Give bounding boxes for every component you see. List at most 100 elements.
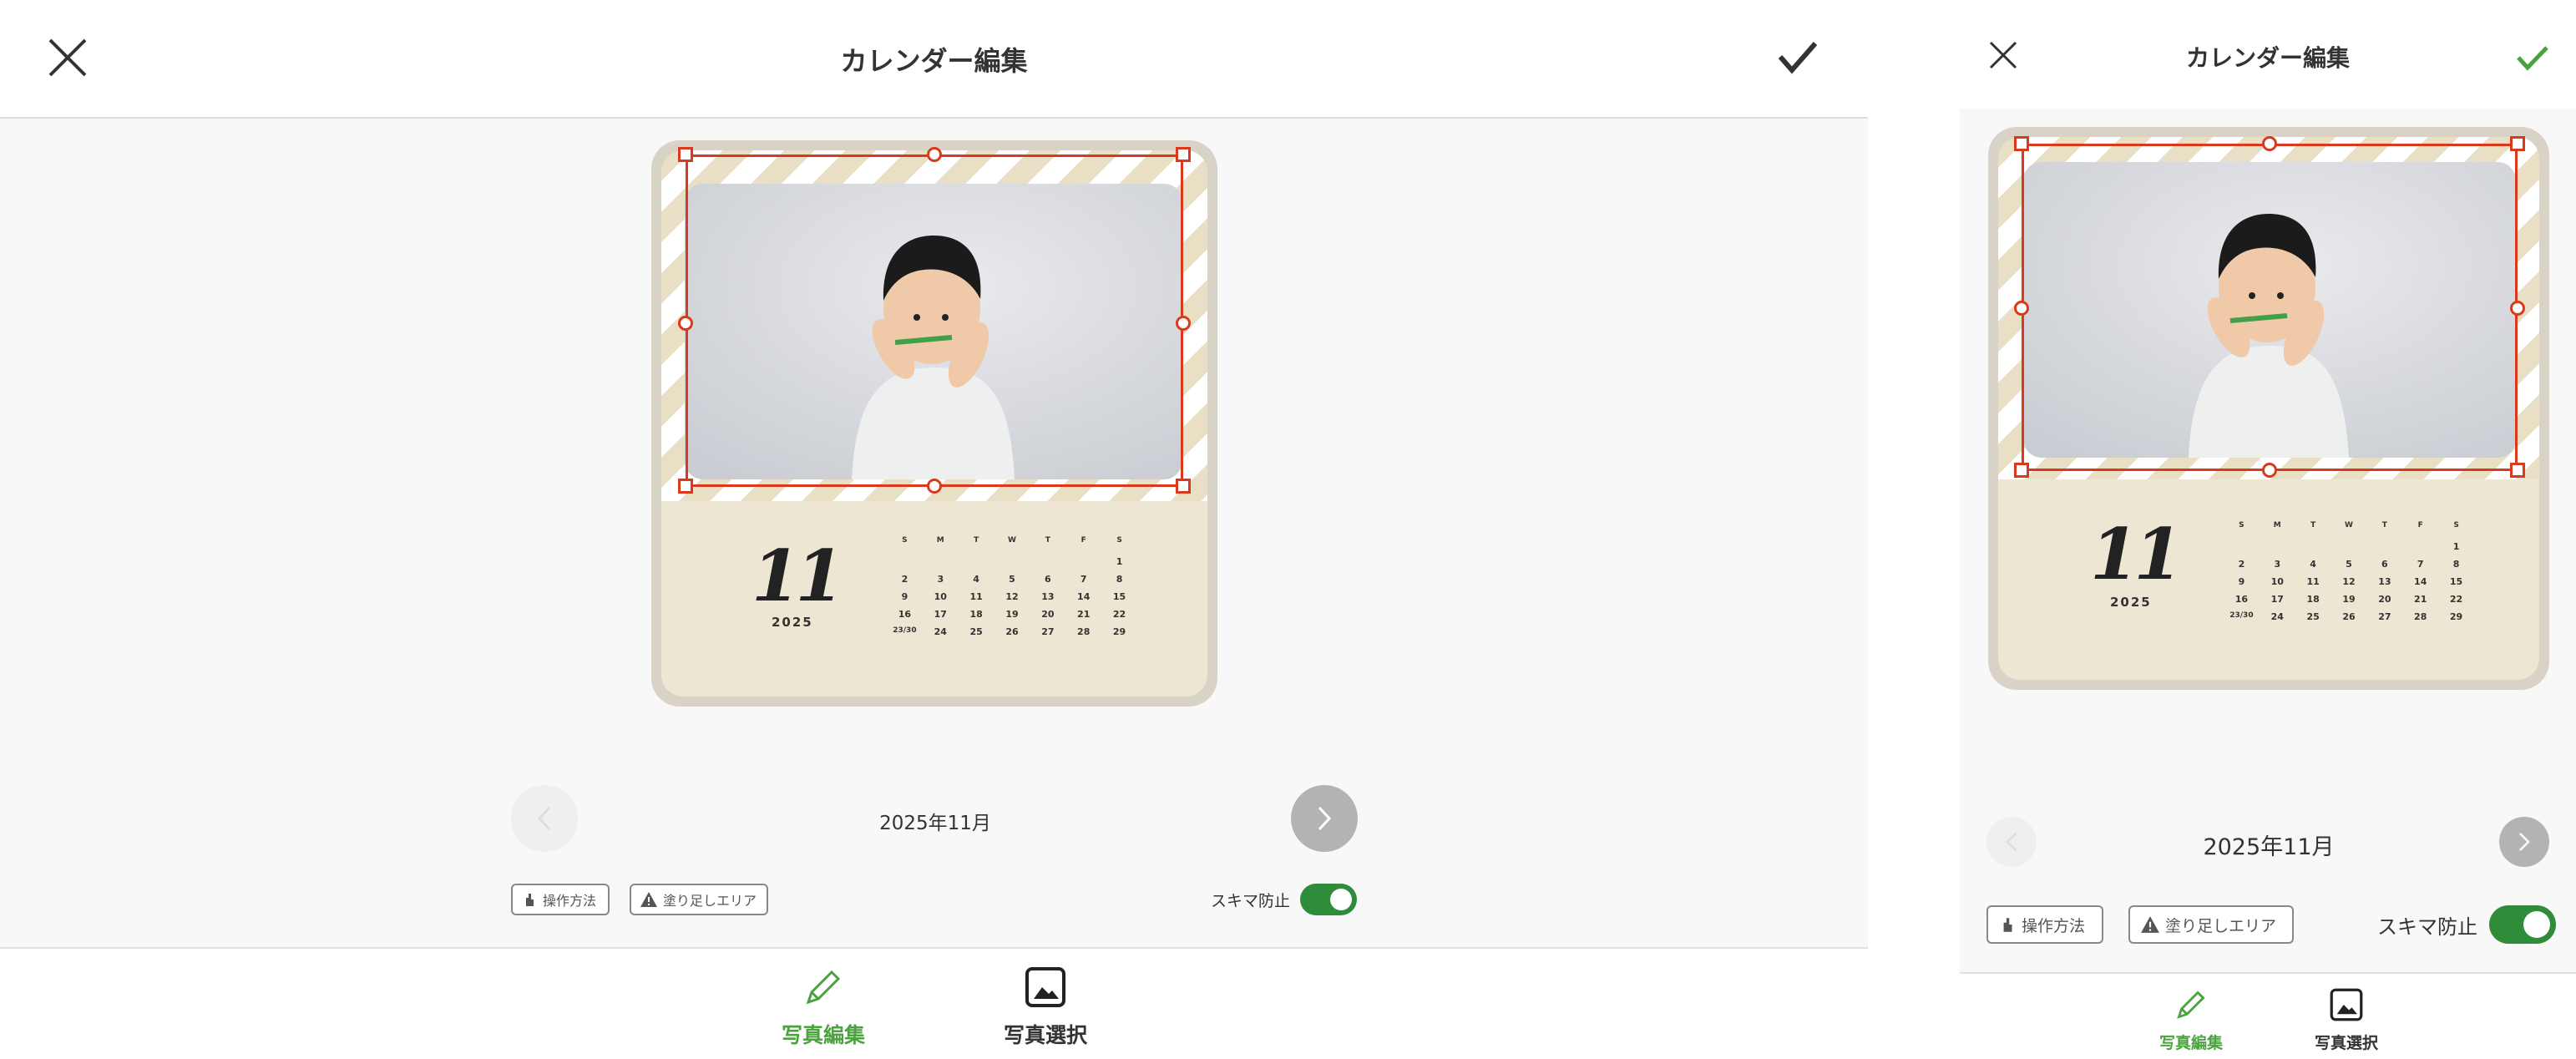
- gap-prevention-control: スキマ防止: [1211, 884, 1358, 915]
- calendar-day: 8: [2452, 559, 2460, 570]
- calendar-day: 5: [2346, 559, 2352, 570]
- calendar-day: 13: [1041, 591, 1055, 602]
- confirm-check-icon[interactable]: [2516, 43, 2549, 72]
- weekday-header: W: [2345, 521, 2353, 530]
- calendar-day: 12: [2342, 576, 2356, 587]
- chevron-left-icon: [2006, 833, 2017, 851]
- calendar-day: 27: [1041, 626, 1055, 637]
- calendar-day: 5: [1009, 574, 1015, 585]
- resize-handle-left[interactable]: [2014, 301, 2029, 316]
- calendar-day: 29: [2449, 611, 2463, 622]
- weekday-header: F: [1081, 536, 1086, 545]
- bottom-tab-bar: 写真編集 写真選択: [1960, 972, 2576, 1059]
- resize-handle-top[interactable]: [2262, 136, 2277, 151]
- gap-prevention-label: スキマ防止: [2377, 915, 2477, 939]
- calendar-day: 11: [969, 591, 983, 602]
- month-number: 11: [752, 535, 844, 617]
- resize-handle-bottom[interactable]: [2262, 463, 2277, 478]
- selection-box[interactable]: [2022, 144, 2518, 471]
- calendar-day: 28: [1077, 626, 1091, 637]
- calendar-day: 17: [2270, 594, 2284, 605]
- resize-handle-bottom-right[interactable]: [1176, 479, 1191, 494]
- calendar-day: 17: [934, 609, 947, 620]
- how-to-button[interactable]: 操作方法: [511, 884, 610, 915]
- tab-photo-edit[interactable]: 写真編集: [768, 965, 878, 1049]
- next-month-button[interactable]: [1291, 785, 1358, 852]
- year-label: 2025: [772, 615, 813, 630]
- resize-handle-left[interactable]: [678, 316, 693, 331]
- calendar-day: [2295, 541, 2331, 552]
- photo-icon: [2330, 988, 2363, 1021]
- calendar-day: 25: [969, 626, 983, 637]
- resize-handle-bottom-right[interactable]: [2510, 463, 2525, 478]
- previous-month-button[interactable]: [511, 785, 578, 852]
- warning-icon: [2141, 916, 2159, 933]
- gap-prevention-toggle[interactable]: [1300, 884, 1358, 915]
- calendar-day: 14: [1077, 591, 1091, 602]
- resize-handle-top-right[interactable]: [2510, 136, 2525, 151]
- photo-icon: [1025, 967, 1065, 1007]
- bleed-area-button[interactable]: 塗り足しエリア: [630, 884, 768, 915]
- calendar-day: 23/30: [893, 626, 917, 635]
- calendar-day: 26: [1005, 626, 1019, 637]
- header-bar: カレンダー編集: [1960, 0, 2576, 109]
- confirm-check-icon[interactable]: [1777, 38, 1819, 75]
- weekday-header: T: [974, 536, 979, 545]
- resize-handle-top-left[interactable]: [2014, 136, 2029, 151]
- year-label: 2025: [2110, 595, 2152, 610]
- calendar-day: 20: [2378, 594, 2391, 605]
- calendar-day: 6: [2381, 559, 2388, 570]
- calendar-day: 22: [1112, 609, 1126, 620]
- calendar-day: [2260, 541, 2295, 552]
- next-month-button[interactable]: [2499, 817, 2549, 867]
- weekday-header: F: [2417, 521, 2423, 530]
- calendar-day: [1065, 556, 1101, 567]
- resize-handle-bottom-left[interactable]: [678, 479, 693, 494]
- tab-photo-select[interactable]: 写真選択: [990, 965, 1101, 1049]
- calendar-day: 13: [2378, 576, 2391, 587]
- resize-handle-bottom[interactable]: [927, 479, 942, 494]
- calendar-day: 7: [1080, 574, 1087, 585]
- calendar-day: 18: [969, 609, 983, 620]
- calendar-day: [2366, 541, 2402, 552]
- calendar-day: [887, 556, 923, 567]
- weekday-header: S: [902, 536, 908, 545]
- resize-handle-bottom-left[interactable]: [2014, 463, 2029, 478]
- selection-box[interactable]: [686, 155, 1183, 487]
- calendar-day: 4: [2310, 559, 2316, 570]
- calendar-day: 10: [934, 591, 947, 602]
- calendar-day: 23/30: [2229, 611, 2254, 620]
- calendar-day: 4: [973, 574, 979, 585]
- calendar-day: 29: [1112, 626, 1126, 637]
- calendar-day: 25: [2306, 611, 2320, 622]
- chevron-left-icon: [537, 806, 551, 831]
- tab-photo-select-label: 写真選択: [1003, 1023, 1087, 1047]
- tab-photo-select[interactable]: 写真選択: [2300, 987, 2392, 1053]
- resize-handle-top-right[interactable]: [1176, 147, 1191, 162]
- calendar-day: [2331, 541, 2367, 552]
- current-month-label: 2025年11月: [879, 813, 991, 834]
- calendar-day: 2: [2238, 559, 2245, 570]
- pencil-icon: [2177, 991, 2205, 1019]
- resize-handle-right[interactable]: [2510, 301, 2525, 316]
- tab-photo-edit-label: 写真編集: [2158, 1034, 2223, 1052]
- calendar-day: 12: [1005, 591, 1019, 602]
- resize-handle-right[interactable]: [1176, 316, 1191, 331]
- month-number: 11: [2090, 513, 2183, 595]
- weekday-header: T: [1045, 536, 1050, 545]
- weekday-header: M: [2273, 521, 2281, 530]
- previous-month-button[interactable]: [1986, 817, 2037, 867]
- calendar-editor-narrow: カレンダー編集 11 2025 S M T W T F S 1 2 3 4 5 …: [1960, 0, 2576, 1059]
- resize-handle-top[interactable]: [927, 147, 942, 162]
- calendar-day: 3: [937, 574, 944, 585]
- how-to-button[interactable]: 操作方法: [1986, 905, 2103, 944]
- resize-handle-top-left[interactable]: [678, 147, 693, 162]
- warning-icon: [640, 892, 657, 907]
- gap-prevention-toggle[interactable]: [2489, 905, 2556, 944]
- weekday-header: S: [1116, 536, 1122, 545]
- calendar-day: 3: [2274, 559, 2281, 570]
- calendar-day: [923, 556, 959, 567]
- bleed-area-button[interactable]: 塗り足しエリア: [2128, 905, 2294, 944]
- hand-pointer-icon: [526, 894, 534, 906]
- tab-photo-edit[interactable]: 写真編集: [2145, 987, 2237, 1053]
